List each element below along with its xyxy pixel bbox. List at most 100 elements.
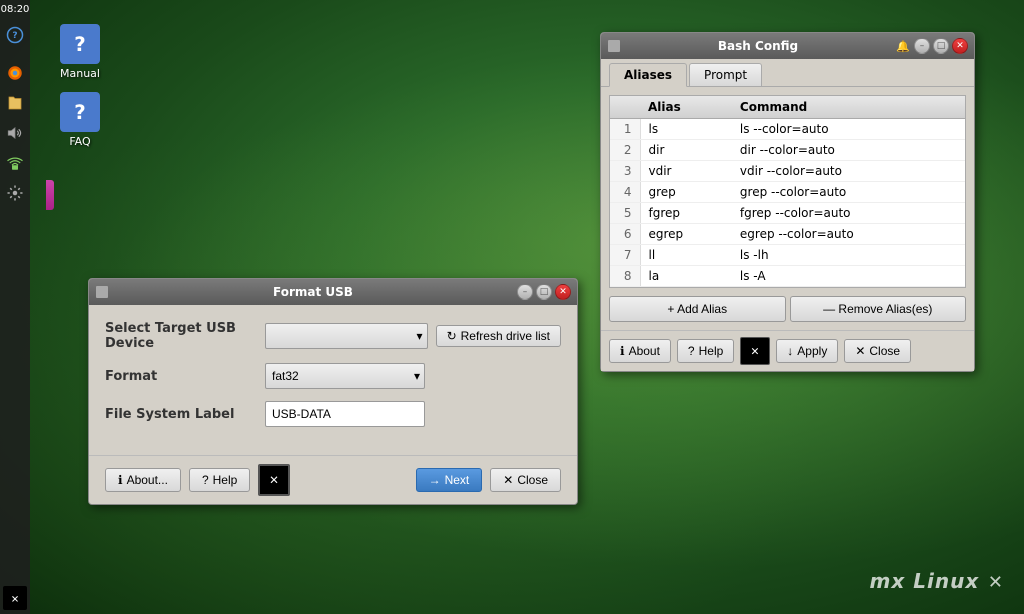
taskbar-manual-icon[interactable]: ? bbox=[3, 23, 27, 47]
format-row: Format fat32 bbox=[105, 363, 561, 389]
svg-text:?: ? bbox=[74, 101, 85, 124]
info-icon: ℹ bbox=[118, 473, 123, 487]
row-alias: egrep bbox=[640, 224, 732, 245]
apply-icon: ↓ bbox=[787, 344, 793, 358]
faq-icon-label: FAQ bbox=[69, 135, 90, 148]
bash-mx-logo-button[interactable]: ✕ bbox=[740, 337, 770, 365]
format-usb-title: Format USB bbox=[109, 285, 517, 299]
help-button[interactable]: ? Help bbox=[189, 468, 250, 492]
row-alias: ll bbox=[640, 245, 732, 266]
next-button[interactable]: → Next bbox=[416, 468, 483, 492]
row-alias: ls bbox=[640, 119, 732, 140]
row-command: vdir --color=auto bbox=[732, 161, 965, 182]
close-x-icon: ✕ bbox=[503, 473, 513, 487]
add-alias-button[interactable]: + Add Alias bbox=[609, 296, 786, 322]
tab-aliases[interactable]: Aliases bbox=[609, 63, 687, 87]
usb-title-icon bbox=[95, 285, 109, 299]
bash-config-title: Bash Config bbox=[621, 39, 895, 53]
row-command: dir --color=auto bbox=[732, 140, 965, 161]
remove-alias-label: — Remove Alias(es) bbox=[823, 302, 932, 316]
bash-close-button[interactable]: ✕ Close bbox=[844, 339, 911, 363]
format-usb-content: Select Target USB Device ↻ Refresh drive… bbox=[89, 305, 577, 455]
taskbar-network-icon[interactable] bbox=[3, 151, 27, 175]
manual-icon-img: ? bbox=[60, 24, 100, 64]
add-alias-label: + Add Alias bbox=[667, 302, 727, 316]
next-btn-label: Next bbox=[445, 473, 470, 487]
bash-bell-icon: 🔔 bbox=[895, 38, 911, 54]
refresh-btn-label: Refresh drive list bbox=[461, 329, 550, 343]
bash-title-icon bbox=[607, 39, 621, 53]
purple-accent bbox=[46, 180, 54, 210]
minimize-button[interactable]: – bbox=[517, 284, 533, 300]
alias-actions: + Add Alias — Remove Alias(es) bbox=[609, 296, 966, 322]
tab-prompt[interactable]: Prompt bbox=[689, 63, 762, 86]
bash-help-button[interactable]: ? Help bbox=[677, 339, 734, 363]
refresh-drive-button[interactable]: ↻ Refresh drive list bbox=[436, 325, 561, 347]
row-command: grep --color=auto bbox=[732, 182, 965, 203]
table-row[interactable]: 1 ls ls --color=auto bbox=[610, 119, 965, 140]
table-row[interactable]: 6 egrep egrep --color=auto bbox=[610, 224, 965, 245]
table-row[interactable]: 7 ll ls -lh bbox=[610, 245, 965, 266]
table-row[interactable]: 2 dir dir --color=auto bbox=[610, 140, 965, 161]
row-num: 1 bbox=[610, 119, 640, 140]
bash-apply-label: Apply bbox=[797, 344, 827, 358]
row-num: 5 bbox=[610, 203, 640, 224]
manual-icon-label: Manual bbox=[60, 67, 100, 80]
filesystem-label-label: File System Label bbox=[105, 407, 265, 422]
about-button[interactable]: ℹ About... bbox=[105, 468, 181, 492]
table-row[interactable]: 5 fgrep fgrep --color=auto bbox=[610, 203, 965, 224]
tabs-bar: Aliases Prompt bbox=[601, 59, 974, 87]
row-num: 4 bbox=[610, 182, 640, 203]
bash-minimize-button[interactable]: – bbox=[914, 38, 930, 54]
row-num: 3 bbox=[610, 161, 640, 182]
row-alias: grep bbox=[640, 182, 732, 203]
desktop-icon-manual[interactable]: ? Manual bbox=[48, 20, 112, 84]
filesystem-label-input[interactable] bbox=[265, 401, 425, 427]
row-command: ls -lh bbox=[732, 245, 965, 266]
table-row[interactable]: 3 vdir vdir --color=auto bbox=[610, 161, 965, 182]
table-row[interactable]: 4 grep grep --color=auto bbox=[610, 182, 965, 203]
row-num: 8 bbox=[610, 266, 640, 287]
bash-maximize-button[interactable]: □ bbox=[933, 38, 949, 54]
svg-text:?: ? bbox=[74, 33, 85, 56]
bash-close-icon: ✕ bbox=[855, 344, 865, 358]
row-alias: vdir bbox=[640, 161, 732, 182]
taskbar-firefox-icon[interactable] bbox=[3, 61, 27, 85]
svg-text:✕: ✕ bbox=[11, 595, 19, 606]
taskbar-files-icon[interactable] bbox=[3, 91, 27, 115]
bash-help-icon: ? bbox=[688, 344, 695, 358]
alias-table-container[interactable]: Alias Command 1 ls ls --color=auto 2 dir… bbox=[609, 95, 966, 288]
bash-config-window: Bash Config 🔔 – □ ✕ Aliases Prompt Alias… bbox=[600, 32, 975, 372]
row-command: fgrep --color=auto bbox=[732, 203, 965, 224]
taskbar-mx-icon[interactable]: ✕ bbox=[3, 586, 27, 610]
faq-icon-img: ? bbox=[60, 92, 100, 132]
format-usb-footer: ℹ About... ? Help ✕ → Next ✕ Close bbox=[89, 455, 577, 504]
bash-about-button[interactable]: ℹ About bbox=[609, 339, 671, 363]
bash-config-titlebar[interactable]: Bash Config 🔔 – □ ✕ bbox=[601, 33, 974, 59]
bash-apply-button[interactable]: ↓ Apply bbox=[776, 339, 838, 363]
table-row[interactable]: 8 la ls -A bbox=[610, 266, 965, 287]
taskbar-volume-icon[interactable] bbox=[3, 121, 27, 145]
mx-logo-button[interactable]: ✕ bbox=[258, 464, 290, 496]
desktop-icon-faq[interactable]: ? FAQ bbox=[48, 88, 112, 152]
about-btn-label: About... bbox=[127, 473, 168, 487]
help-btn-label: Help bbox=[213, 473, 238, 487]
close-x-button[interactable]: ✕ bbox=[555, 284, 571, 300]
bash-titlebar-left bbox=[607, 39, 621, 53]
row-command: egrep --color=auto bbox=[732, 224, 965, 245]
remove-alias-button[interactable]: — Remove Alias(es) bbox=[790, 296, 967, 322]
mx-branding: mx Linux ✕ bbox=[870, 569, 1004, 594]
bash-about-label: About bbox=[629, 344, 660, 358]
close-button[interactable]: ✕ Close bbox=[490, 468, 561, 492]
col-alias: Alias bbox=[640, 96, 732, 119]
row-command: ls -A bbox=[732, 266, 965, 287]
alias-table: Alias Command 1 ls ls --color=auto 2 dir… bbox=[610, 96, 965, 287]
taskbar-settings-icon[interactable] bbox=[3, 181, 27, 205]
row-alias: fgrep bbox=[640, 203, 732, 224]
help-icon: ? bbox=[202, 473, 209, 487]
target-device-select[interactable] bbox=[265, 323, 428, 349]
format-usb-titlebar[interactable]: Format USB – □ ✕ bbox=[89, 279, 577, 305]
format-select[interactable]: fat32 bbox=[265, 363, 425, 389]
bash-close-x-button[interactable]: ✕ bbox=[952, 38, 968, 54]
maximize-button[interactable]: □ bbox=[536, 284, 552, 300]
